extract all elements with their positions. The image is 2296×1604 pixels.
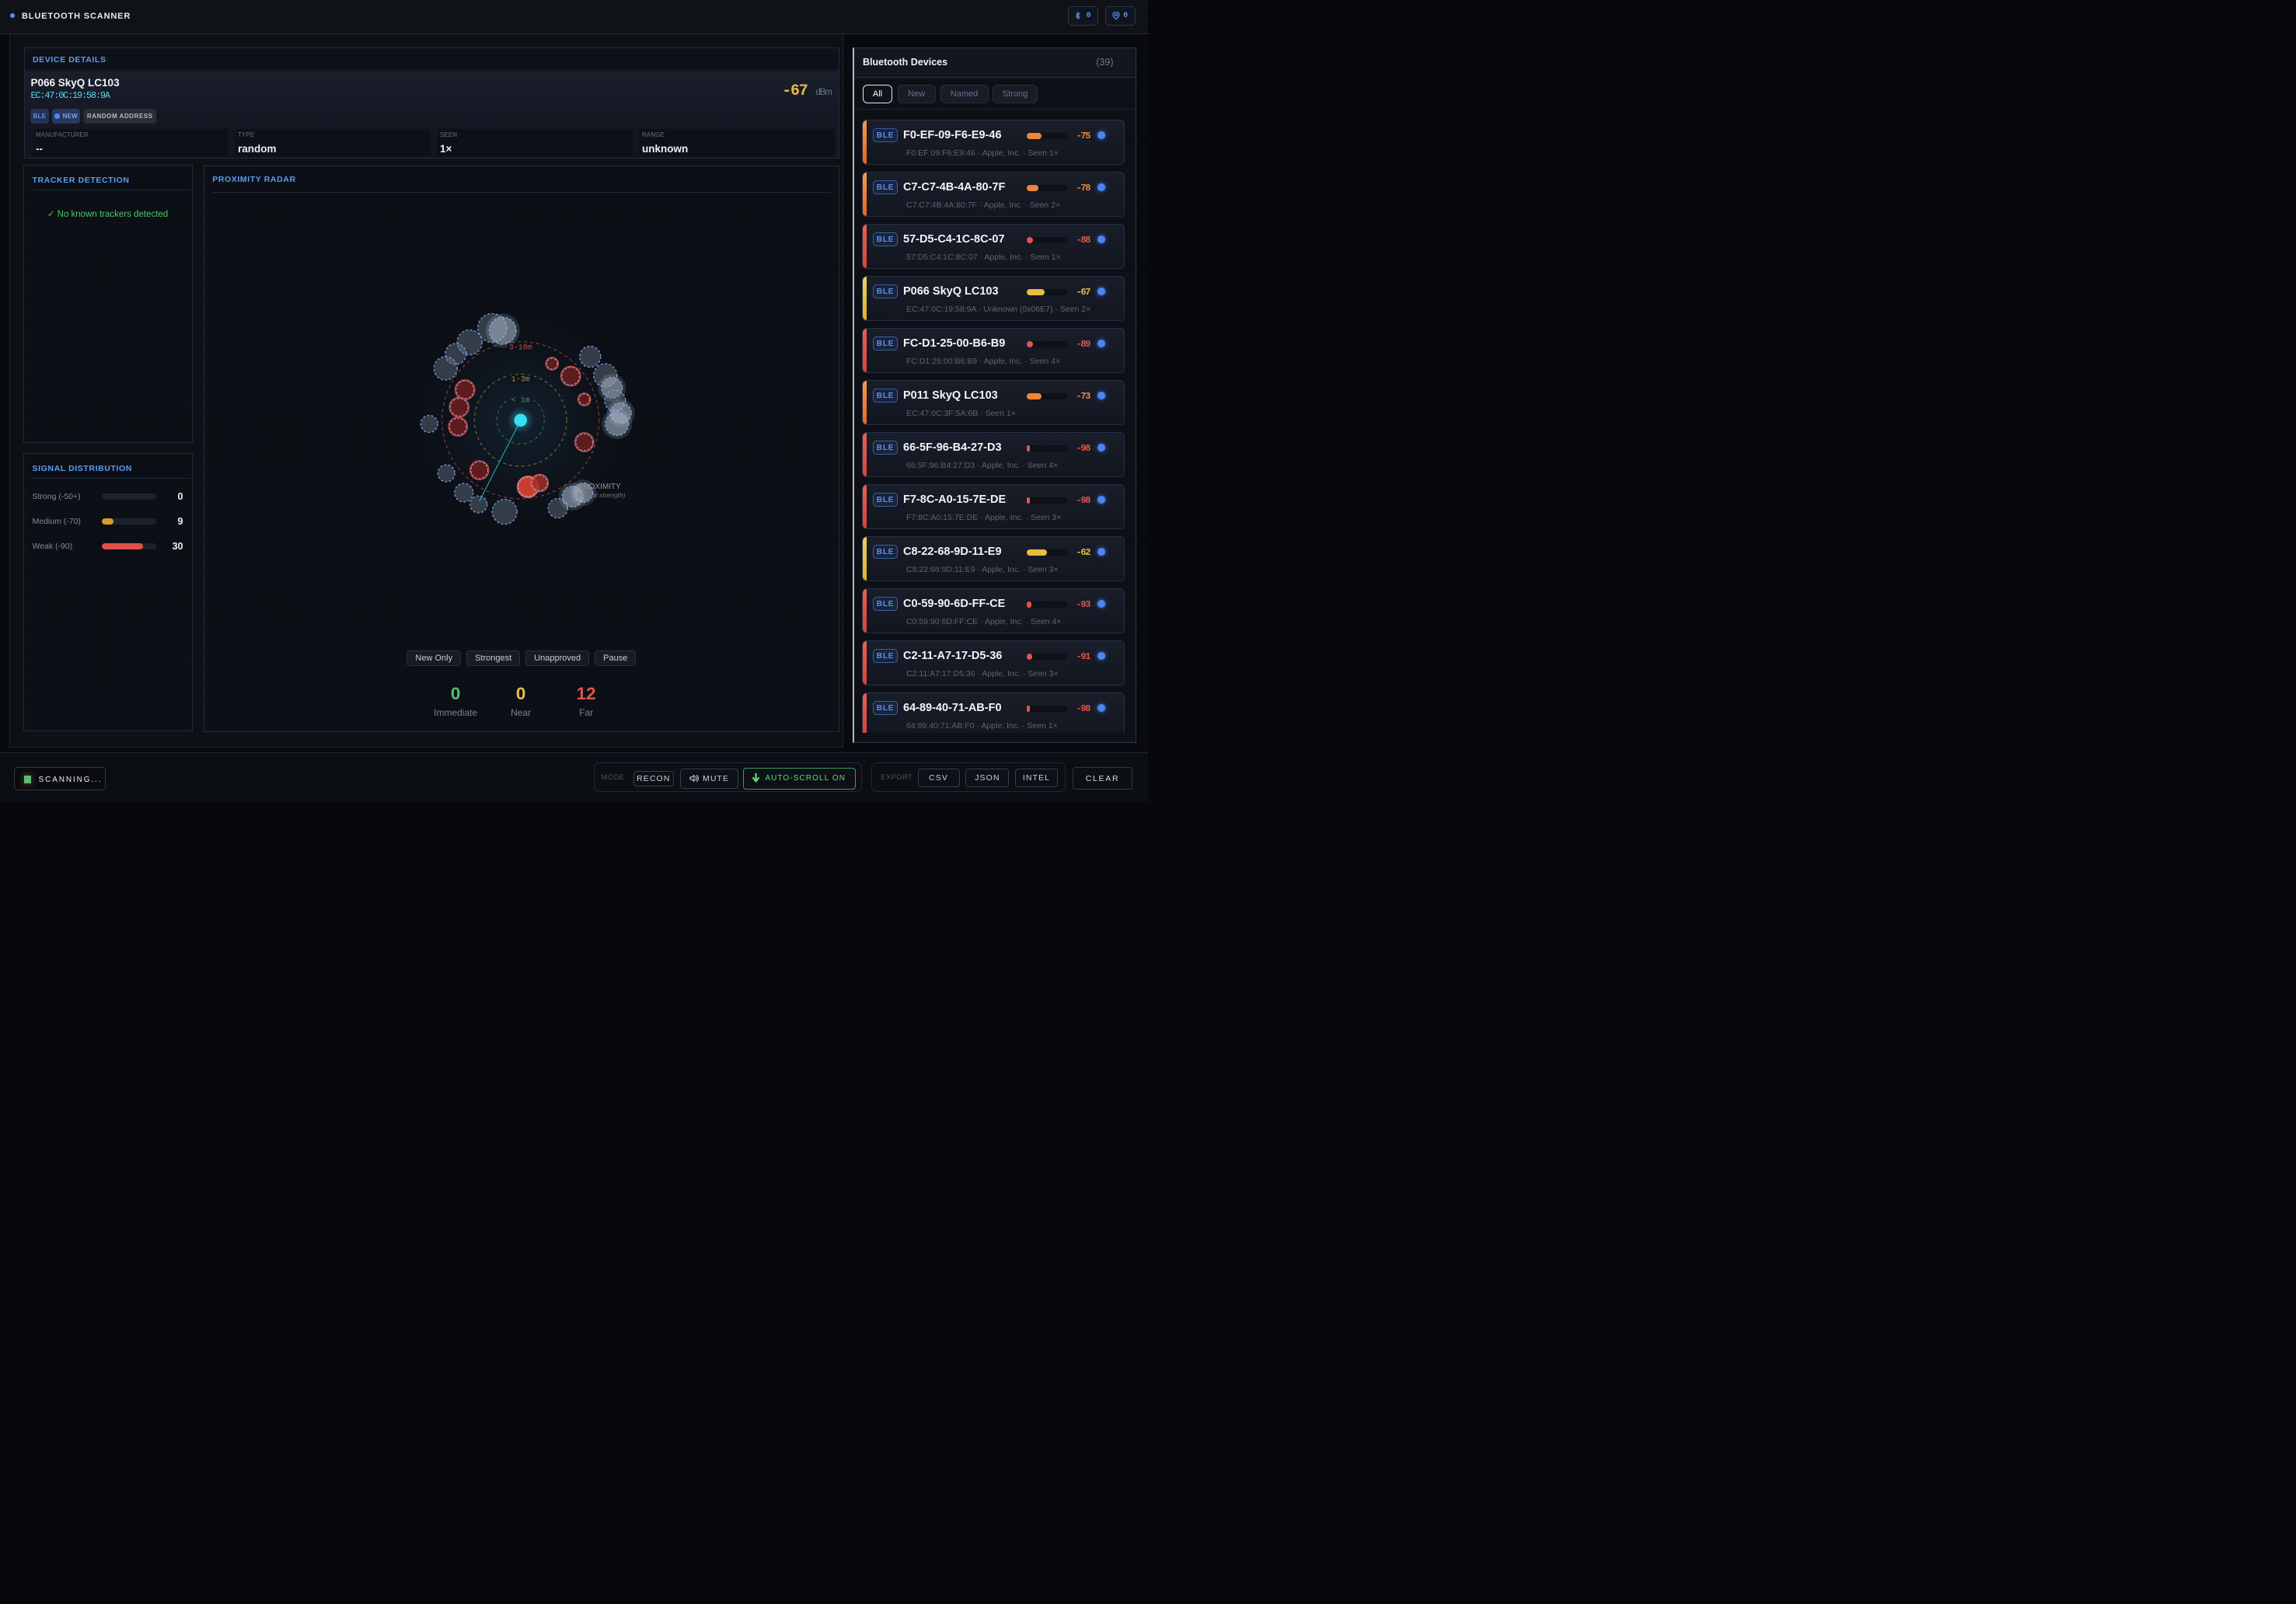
svg-text:3-10m: 3-10m [508,343,532,352]
svg-text:< 1m: < 1m [511,396,529,405]
svg-text:1-3m: 1-3m [511,375,529,384]
svg-text:(signal strength): (signal strength) [578,491,626,499]
svg-text:PROXIMITY: PROXIMITY [578,483,621,491]
